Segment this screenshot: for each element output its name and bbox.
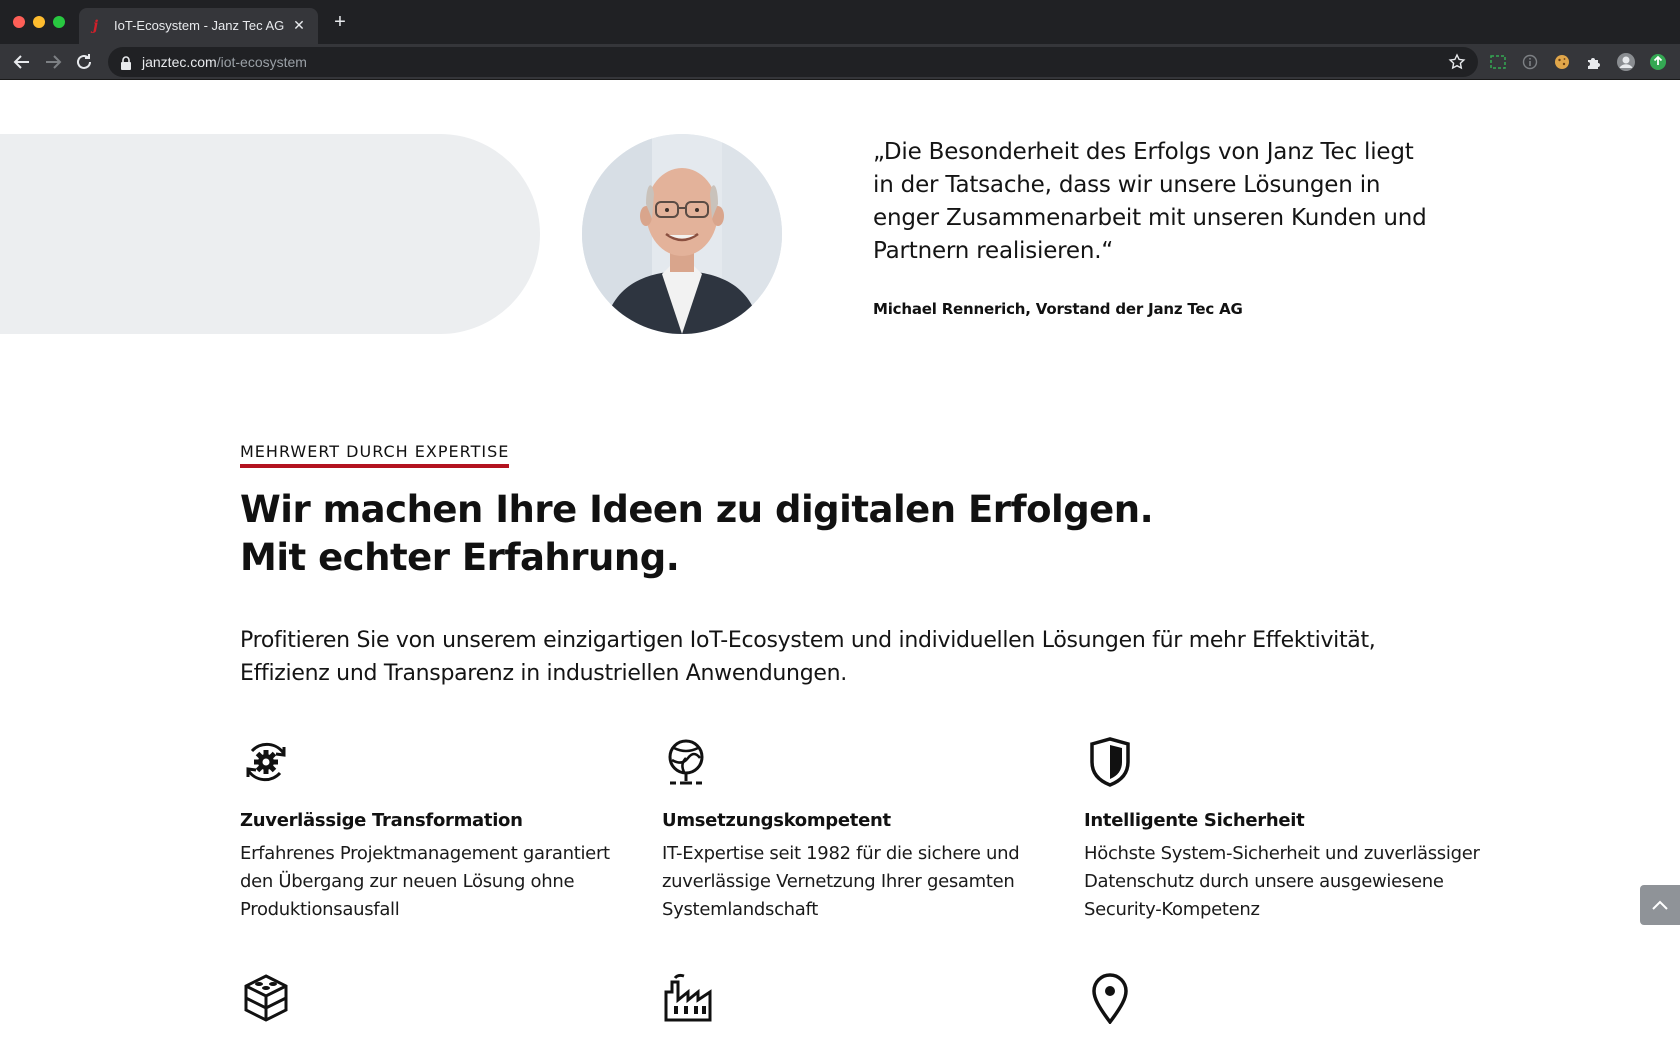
factory-icon — [662, 972, 714, 1024]
shield-icon — [1084, 736, 1136, 788]
bookmark-star-icon[interactable] — [1448, 53, 1466, 71]
window-minimize-button[interactable] — [33, 16, 45, 28]
janztec-favicon-icon: j — [93, 18, 99, 34]
section-headline: Wir machen Ihre Ideen zu digitalen Erfol… — [240, 486, 1440, 582]
headline-line-2: Mit echter Erfahrung. — [240, 536, 680, 579]
feature-title: Intelligente Sicherheit — [1084, 810, 1305, 831]
update-extension-icon[interactable] — [1648, 52, 1668, 72]
feature-description: IT-Expertise seit 1982 für die sichere u… — [662, 843, 1020, 920]
feature-title: Umsetzungskompetent — [662, 810, 891, 831]
browser-toolbar: janztec.com/iot-ecosystem — [0, 44, 1680, 80]
back-arrow-icon[interactable] — [10, 50, 34, 74]
chevron-up-icon — [1652, 900, 1668, 910]
info-extension-icon[interactable] — [1520, 52, 1540, 72]
window-zoom-button[interactable] — [53, 16, 65, 28]
section-eyebrow: MEHRWERT DURCH EXPERTISE — [240, 442, 510, 468]
feature-sicherheit: Intelligente Sicherheit Höchste System-S… — [1084, 736, 1484, 920]
forward-arrow-icon[interactable] — [41, 50, 65, 74]
lock-icon — [120, 55, 132, 70]
url-host: janztec.com — [142, 54, 217, 70]
globe-network-icon — [662, 736, 714, 788]
section-lead-text: Profitieren Sie von unserem einzigartige… — [240, 628, 1376, 686]
testimonial-background-band — [0, 134, 540, 334]
location-pin-icon — [1084, 972, 1136, 1024]
window-close-button[interactable] — [13, 16, 25, 28]
reload-icon[interactable] — [72, 50, 96, 74]
testimonial-portrait-image — [582, 134, 782, 334]
cookie-extension-icon[interactable] — [1552, 52, 1572, 72]
feature-row2-location — [1084, 972, 1484, 1024]
url-text: janztec.com/iot-ecosystem — [142, 54, 307, 70]
building-blocks-icon — [240, 972, 292, 1024]
new-tab-button[interactable]: + — [330, 12, 350, 32]
gear-cycle-icon — [240, 736, 292, 788]
feature-description: Höchste System-Sicherheit und zuverlässi… — [1084, 843, 1480, 920]
scroll-to-top-button[interactable] — [1640, 885, 1680, 925]
feature-title: Zuverlässige Transformation — [240, 810, 523, 831]
tab-title: IoT-Ecosystem - Janz Tec AG — [114, 18, 285, 33]
tab-close-icon[interactable]: ✕ — [290, 17, 308, 35]
feature-description: Erfahrenes Projektmanagement garantiert … — [240, 843, 610, 920]
profile-avatar-icon[interactable] — [1616, 52, 1636, 72]
headline-line-1: Wir machen Ihre Ideen zu digitalen Erfol… — [240, 488, 1154, 531]
puzzle-extensions-icon[interactable] — [1584, 52, 1604, 72]
feature-row2-factory — [662, 972, 1062, 1024]
browser-tab-bar: j IoT-Ecosystem - Janz Tec AG ✕ + — [0, 0, 1680, 44]
address-bar[interactable]: janztec.com/iot-ecosystem — [108, 47, 1478, 77]
browser-tab-active[interactable]: j IoT-Ecosystem - Janz Tec AG ✕ — [79, 8, 318, 44]
feature-row2-blocks — [240, 972, 640, 1024]
url-path: /iot-ecosystem — [216, 54, 307, 70]
screenshot-extension-icon[interactable] — [1488, 52, 1508, 72]
feature-umsetzung: Umsetzungskompetent IT-Expertise seit 19… — [662, 736, 1062, 920]
testimonial-author: Michael Rennerich, Vorstand der Janz Tec… — [873, 300, 1243, 318]
testimonial-quote: „Die Besonderheit des Erfolgs von Janz T… — [873, 139, 1427, 264]
feature-transformation: Zuverlässige Transformation Erfahrenes P… — [240, 736, 640, 920]
